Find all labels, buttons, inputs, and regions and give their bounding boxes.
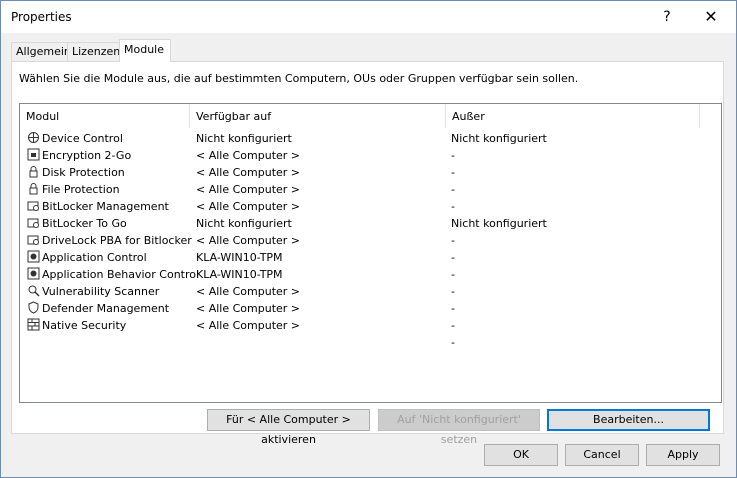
module-name: BitLocker Management [42,200,169,213]
firewall-icon [27,318,40,331]
except-value: - [451,302,455,315]
app-control-icon [27,267,40,280]
available-on: < Alle Computer > [196,302,301,315]
available-on: KLA-WIN10-TPM [196,268,283,281]
set-not-configured-button[interactable]: Auf 'Nicht konfiguriert' setzen [378,409,540,446]
properties-dialog: Properties ? ✕ Allgemein Lizenzen Module… [0,0,737,478]
module-name: Native Security [42,319,127,332]
activate-all-computers-button[interactable]: Für < Alle Computer > aktivieren [207,409,370,446]
except-value: Nicht konfiguriert [451,217,547,230]
available-on: Nicht konfiguriert [196,217,292,230]
except-value: - [451,166,455,179]
except-value: - [451,319,455,332]
table-row[interactable]: Native Security < Alle Computer > - [20,317,721,334]
available-on: < Alle Computer > [196,200,301,213]
cancel-button[interactable]: Cancel [565,444,639,466]
instruction-text: Wählen Sie die Module aus, die auf besti… [19,72,579,85]
available-on: < Alle Computer > [196,183,301,196]
device-control-icon [27,131,40,144]
scanner-icon [27,284,40,297]
bitlocker-icon [27,216,40,229]
table-row[interactable]: File Protection < Alle Computer > - [20,181,721,198]
bitlocker-icon [27,233,40,246]
available-on: < Alle Computer > [196,285,301,298]
lock-icon [27,165,40,178]
except-value: - [451,183,455,196]
apply-button[interactable]: Apply [646,444,720,466]
column-header-verfuegbar[interactable]: Verfügbar auf [190,104,446,128]
help-button[interactable]: ? [655,7,679,27]
table-row[interactable]: Disk Protection < Alle Computer > - [20,164,721,181]
except-value: - [451,268,455,281]
column-header-modul[interactable]: Modul [20,104,190,128]
module-name: Vulnerability Scanner [42,285,160,298]
table-row[interactable]: - [20,334,721,351]
table-row[interactable]: BitLocker To Go Nicht konfiguriert Nicht k… [20,215,721,232]
table-row[interactable]: Encryption 2-Go < Alle Computer > - [20,147,721,164]
except-value: - [451,200,455,213]
table-row[interactable]: DriveLock PBA for Bitlocker < Alle Comput… [20,232,721,249]
available-on: Nicht konfiguriert [196,132,292,145]
shield-icon [27,301,40,314]
module-name: File Protection [42,183,120,196]
module-tab-panel: Wählen Sie die Module aus, die auf besti… [11,61,724,434]
module-name: Encryption 2-Go [42,149,132,162]
table-row[interactable]: Vulnerability Scanner < Alle Computer > - [20,283,721,300]
encryption-icon [27,148,40,161]
available-on: KLA-WIN10-TPM [196,251,283,264]
table-row[interactable]: Application Behavior Control KLA-WIN10-TP… [20,266,721,283]
module-name: Disk Protection [42,166,125,179]
except-value: - [451,234,455,247]
title-bar: Properties ? ✕ [1,1,736,33]
edit-button[interactable]: Bearbeiten... [547,409,710,431]
column-header-ausser[interactable]: Außer [446,104,700,128]
module-name: Device Control [42,132,123,145]
module-name: Application Behavior Control [42,268,200,281]
module-name: Defender Management [42,302,170,315]
app-control-icon [27,250,40,263]
available-on: < Alle Computer > [196,149,301,162]
except-value: - [451,251,455,264]
available-on: < Alle Computer > [196,319,301,332]
ok-button[interactable]: OK [484,444,558,466]
module-list[interactable]: Modul Verfügbar auf Außer Device Control… [19,103,722,403]
available-on: < Alle Computer > [196,166,301,179]
list-header: Modul Verfügbar auf Außer [20,104,721,128]
tab-lizenzen[interactable]: Lizenzen [67,42,125,61]
except-value: - [451,336,455,349]
lock-icon [27,182,40,195]
table-row[interactable]: Application Control KLA-WIN10-TPM - [20,249,721,266]
table-row[interactable]: BitLocker Management < Alle Computer > - [20,198,721,215]
table-row[interactable]: Device Control Nicht konfiguriert Nicht ko… [20,130,721,147]
tab-allgemein[interactable]: Allgemein [11,42,73,61]
module-name: Application Control [42,251,147,264]
except-value: - [451,149,455,162]
module-name: DriveLock PBA for Bitlocker [42,234,192,247]
window-title: Properties [11,10,72,24]
close-button[interactable]: ✕ [699,7,723,27]
except-value: - [451,285,455,298]
except-value: Nicht konfiguriert [451,132,547,145]
bitlocker-icon [27,199,40,212]
module-name: BitLocker To Go [42,217,127,230]
table-row[interactable]: Defender Management < Alle Computer > - [20,300,721,317]
available-on: < Alle Computer > [196,234,301,247]
tab-module[interactable]: Module [119,39,171,62]
